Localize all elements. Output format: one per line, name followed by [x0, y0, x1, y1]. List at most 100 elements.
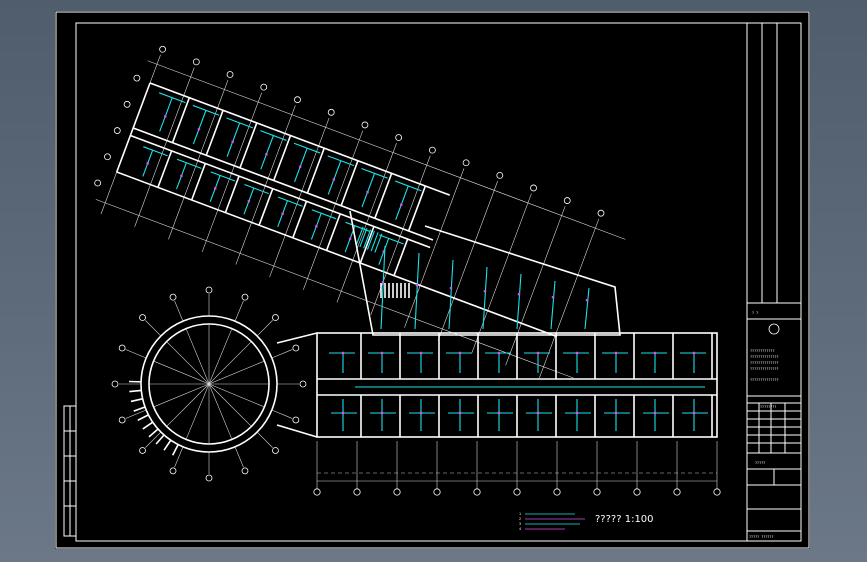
stair-tread	[374, 233, 383, 253]
rotunda-grid-line	[174, 300, 184, 322]
rotunda-radial-line	[166, 341, 210, 385]
device-marker	[692, 351, 696, 355]
tb-company-line-3: ??????????????	[750, 361, 779, 365]
rotunda-stair-tread	[137, 414, 149, 422]
grid-bubble	[299, 380, 307, 388]
grid-bubble	[433, 488, 441, 496]
device-marker	[653, 351, 657, 355]
device-marker	[380, 411, 384, 415]
tb-table-header: ????????	[760, 405, 776, 409]
partition-wall	[224, 175, 240, 213]
device-marker	[585, 299, 589, 302]
partition-wall	[157, 150, 173, 188]
rotunda-grid-line	[125, 349, 147, 359]
grid-bubble	[272, 314, 279, 321]
device-marker	[164, 115, 167, 118]
device-marker	[458, 411, 462, 415]
grid-bubble	[395, 134, 403, 141]
title-block: ? ? ???????????? ?????????????? ????????…	[746, 22, 802, 542]
partition-wall	[340, 160, 359, 206]
device-marker	[458, 351, 462, 355]
cable-run	[584, 287, 590, 330]
device-marker	[575, 351, 579, 355]
partition-wall	[374, 173, 393, 219]
cad-viewport[interactable]: ? ? ???????????? ?????????????? ????????…	[0, 0, 867, 562]
legend-line-2: 2	[519, 517, 521, 521]
grid-bubble	[139, 314, 146, 321]
partition-wall	[292, 201, 308, 239]
rotunda-radial-line	[208, 341, 252, 385]
device-marker	[298, 165, 302, 169]
device-marker	[213, 187, 217, 190]
grid-bubble	[496, 171, 504, 179]
grid-bubble	[327, 108, 335, 116]
rotunda-grid-line	[256, 320, 273, 337]
device-marker	[653, 411, 657, 415]
grid-bubble	[118, 416, 126, 424]
grid-bubble	[597, 209, 605, 217]
rotunda-grid-line	[271, 349, 293, 359]
partition-wall	[306, 147, 325, 194]
grid-bubble	[169, 293, 177, 301]
device-marker	[146, 162, 149, 165]
tb-company-line-1: ????????????	[750, 349, 775, 353]
grid-line-upper	[404, 168, 465, 328]
grid-bubble	[272, 447, 279, 454]
device-marker	[517, 293, 521, 296]
device-marker	[231, 140, 234, 143]
rotunda-stair-tread	[130, 398, 143, 403]
cable-drop	[260, 135, 274, 170]
floor-plan-drawing: ? ? ???????????? ?????????????? ????????…	[55, 11, 810, 549]
partition-wall	[239, 122, 258, 169]
device-marker	[419, 351, 423, 355]
cable-drop	[192, 110, 207, 145]
device-marker	[419, 411, 423, 415]
grid-bubble	[361, 121, 369, 129]
rotunda-connector	[276, 424, 318, 438]
grid-bubble	[353, 488, 361, 496]
tb-company-line-4: ??????????????	[750, 367, 779, 371]
inner-frame	[75, 22, 802, 542]
rotunda-stair-tread	[148, 428, 159, 438]
rotunda-plan	[119, 294, 318, 474]
grid-bubble	[313, 488, 321, 496]
tb-sheet-no: ?????	[755, 461, 765, 465]
grid-line-upper-top	[147, 60, 626, 240]
device-marker	[332, 178, 336, 181]
partition-wall	[407, 185, 427, 232]
rotunda-grid-line	[256, 431, 273, 448]
cable-run	[550, 280, 556, 330]
device-marker	[497, 411, 501, 415]
device-marker	[400, 203, 403, 206]
grid-bubble	[111, 380, 119, 388]
legend-line-3: 3	[519, 522, 521, 526]
grid-line-upper	[471, 193, 532, 353]
grid-bubble	[123, 100, 131, 108]
device-marker	[380, 351, 384, 355]
drawing-sheet: ? ? ???????????? ?????????????? ????????…	[55, 11, 810, 549]
grid-bubble	[241, 467, 249, 475]
device-marker	[341, 411, 345, 415]
grid-bubble	[513, 488, 521, 496]
rotunda-grid-line	[234, 300, 244, 322]
cable-run	[516, 273, 522, 330]
device-marker	[614, 351, 618, 355]
cable-drop	[226, 122, 241, 157]
grid-bubble	[205, 286, 213, 294]
rotunda-grid-line	[145, 431, 162, 448]
cable-drop	[361, 173, 376, 208]
device-marker	[197, 127, 201, 131]
upper-wall-south	[116, 171, 558, 338]
upper-wall-west	[115, 82, 151, 173]
device-marker	[247, 199, 251, 203]
grid-bubble	[260, 83, 268, 91]
column-grid-lines	[95, 54, 718, 489]
lower-wing-plan	[316, 210, 718, 438]
grid-bubble	[139, 447, 146, 454]
device-marker	[575, 411, 579, 415]
grid-line-upper-bottom	[95, 199, 574, 379]
grid-bubble	[633, 488, 641, 496]
cable-run	[448, 259, 454, 330]
cable-drop	[159, 97, 173, 132]
device-marker	[483, 290, 487, 293]
